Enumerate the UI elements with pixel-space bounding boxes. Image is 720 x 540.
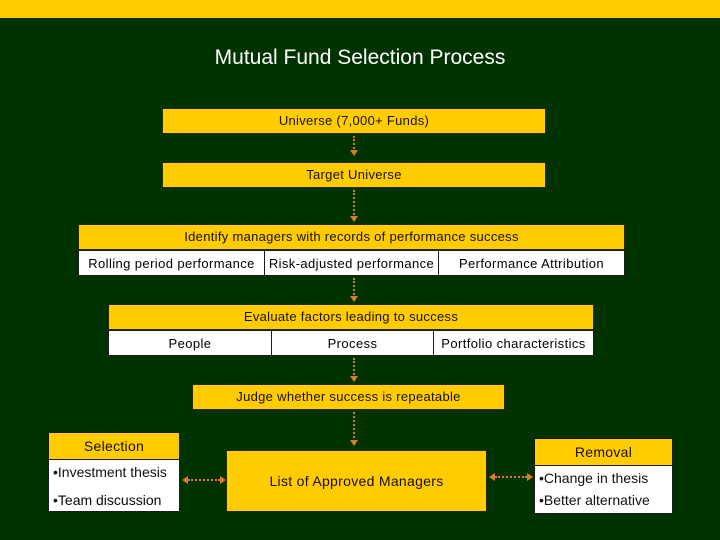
identify-managers-box: Identify managers with records of perfor… bbox=[78, 224, 625, 250]
connector-target-identify bbox=[353, 190, 355, 218]
connector-judge-approved bbox=[353, 412, 355, 442]
diagram-title: Mutual Fund Selection Process bbox=[214, 46, 506, 69]
selection-heading: Selection bbox=[49, 433, 179, 460]
connector-selection-approved bbox=[188, 479, 220, 481]
connector-evaluate-judge bbox=[353, 358, 355, 378]
judge-repeatable-label: Judge whether success is repeatable bbox=[236, 389, 461, 404]
removal-item: •Better alternative bbox=[539, 492, 650, 508]
arrow-down-icon bbox=[350, 150, 358, 156]
judge-repeatable-box: Judge whether success is repeatable bbox=[192, 384, 505, 410]
criterion-performance-attribution: Performance Attribution bbox=[438, 251, 624, 275]
arrow-right-icon bbox=[527, 473, 533, 481]
removal-item: •Change in thesis bbox=[539, 470, 649, 486]
arrow-down-icon bbox=[350, 296, 358, 302]
arrow-down-icon bbox=[350, 440, 358, 446]
evaluate-factors-label: Evaluate factors leading to success bbox=[243, 309, 459, 324]
factor-people: People bbox=[168, 336, 212, 351]
connector-approved-removal bbox=[495, 476, 527, 478]
approved-managers-box: List of Approved Managers bbox=[226, 450, 487, 512]
removal-panel: Removal •Change in thesis •Better altern… bbox=[534, 438, 673, 514]
identify-managers-label: Identify managers with records of perfor… bbox=[184, 229, 519, 244]
performance-criteria-row: Rolling period performance Risk-adjusted… bbox=[78, 250, 625, 276]
removal-heading: Removal bbox=[535, 439, 672, 466]
selection-panel: Selection •Investment thesis •Team discu… bbox=[48, 432, 180, 512]
top-accent-bar bbox=[0, 0, 720, 18]
target-universe-label: Target Universe bbox=[306, 167, 402, 182]
selection-item: •Investment thesis bbox=[53, 464, 167, 480]
arrow-right-icon bbox=[220, 476, 226, 484]
factor-portfolio-characteristics: Portfolio characteristics bbox=[433, 331, 593, 355]
evaluate-factors-box: Evaluate factors leading to success bbox=[108, 304, 594, 330]
arrow-down-icon bbox=[350, 216, 358, 222]
criterion-rolling-period: Rolling period performance bbox=[88, 256, 255, 271]
connector-identify-evaluate bbox=[353, 278, 355, 298]
criterion-risk-adjusted: Risk-adjusted performance bbox=[264, 251, 438, 275]
universe-box: Universe (7,000+ Funds) bbox=[162, 108, 546, 134]
target-universe-box: Target Universe bbox=[162, 162, 546, 188]
factor-process: Process bbox=[271, 331, 433, 355]
approved-managers-label: List of Approved Managers bbox=[269, 473, 444, 489]
arrow-down-icon bbox=[350, 376, 358, 382]
universe-label: Universe (7,000+ Funds) bbox=[278, 113, 430, 128]
selection-item: •Team discussion bbox=[53, 492, 162, 508]
success-factors-row: People Process Portfolio characteristics bbox=[108, 330, 594, 356]
